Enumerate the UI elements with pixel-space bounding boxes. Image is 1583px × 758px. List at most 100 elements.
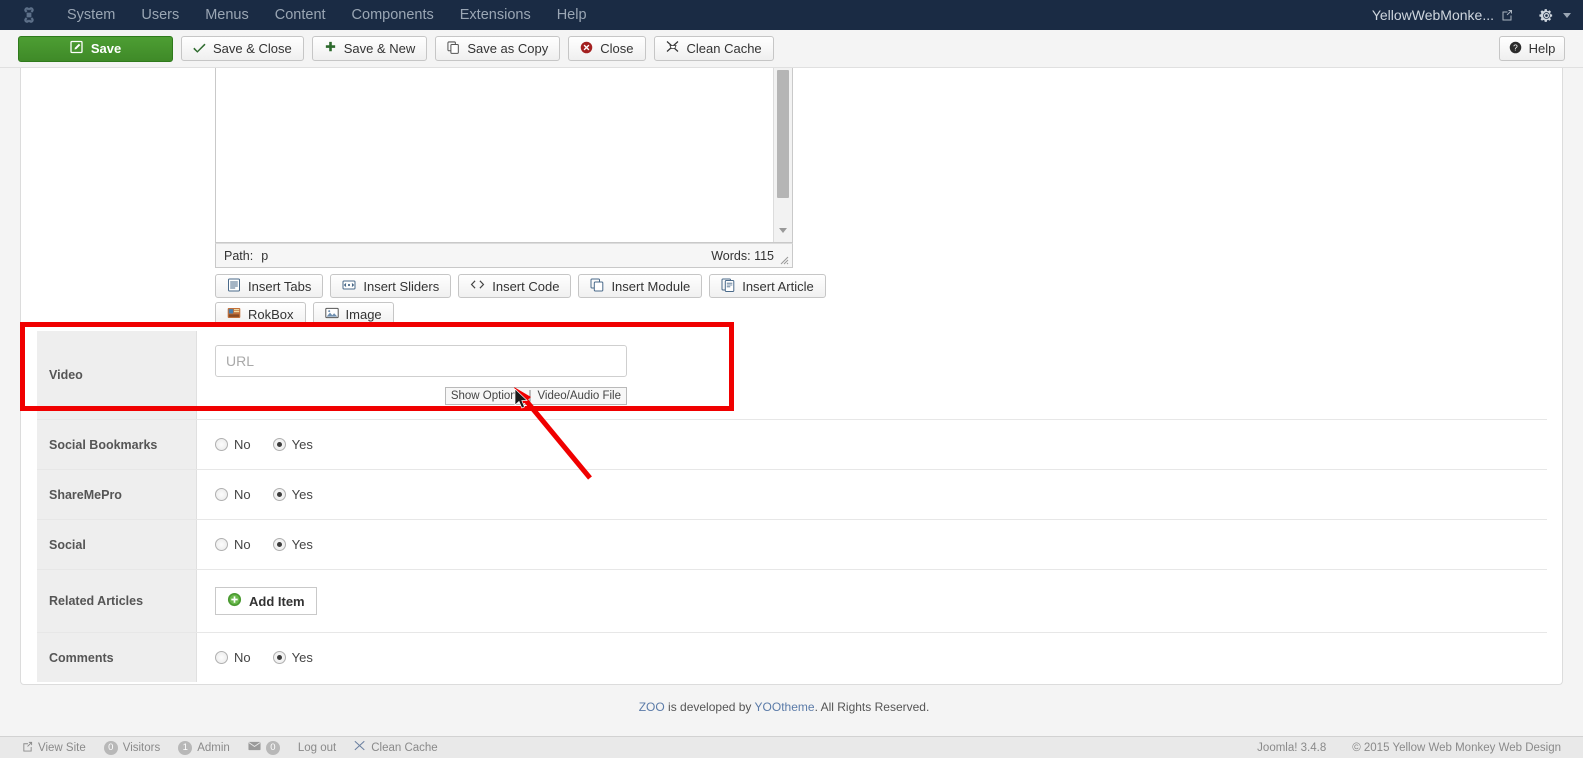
yootheme-link[interactable]: YOOtheme: [755, 700, 815, 714]
save-and-new-label: Save & New: [343, 41, 416, 56]
editor-canvas[interactable]: [216, 68, 774, 242]
status-clean-cache-label: Clean Cache: [371, 741, 438, 754]
comments-radio-no[interactable]: No: [215, 650, 251, 665]
social-bookmarks-radio-yes[interactable]: Yes: [272, 437, 313, 452]
radio-indicator[interactable]: [272, 488, 286, 501]
sharemepro-field: No Yes: [197, 470, 1547, 519]
sharemepro-radio-yes[interactable]: Yes: [272, 487, 313, 502]
video-options-line: Show Options | Video/Audio File: [215, 387, 627, 405]
editor-resize-grip[interactable]: [777, 253, 789, 265]
radio-label: Yes: [291, 487, 313, 502]
social-label: Social: [37, 520, 197, 569]
menu-item-system[interactable]: System: [54, 0, 128, 30]
gear-icon[interactable]: [1539, 8, 1571, 23]
editor-scrollbar-thumb[interactable]: [777, 70, 789, 198]
social-bookmarks-label: Social Bookmarks: [37, 420, 197, 469]
sharemepro-radio-group: No Yes: [215, 487, 313, 502]
radio-indicator[interactable]: [272, 651, 286, 664]
radio-indicator[interactable]: [215, 651, 228, 664]
joomla-version-label: Joomla! 3.4.8: [1257, 741, 1327, 754]
editor-path-value[interactable]: p: [261, 249, 268, 263]
sharemepro-radio-no[interactable]: No: [215, 487, 251, 502]
radio-indicator[interactable]: [215, 488, 228, 501]
save-and-new-button[interactable]: Save & New: [311, 36, 428, 61]
video-url-input[interactable]: [215, 345, 627, 377]
radio-indicator[interactable]: [272, 438, 286, 451]
clean-cache-button[interactable]: Clean Cache: [653, 36, 774, 61]
save-button[interactable]: Save: [18, 35, 173, 62]
social-radio-yes[interactable]: Yes: [272, 537, 313, 552]
visitors-indicator[interactable]: 0 Visitors: [103, 740, 161, 755]
video-options-box: Show Options | Video/Audio File: [444, 387, 627, 405]
form-row-related-articles: Related Articles Add Item: [37, 570, 1547, 633]
menu-item-help[interactable]: Help: [544, 0, 600, 30]
status-bar-right: Joomla! 3.4.8 © 2015 Yellow Web Monkey W…: [1257, 742, 1561, 754]
insert-article-button[interactable]: Insert Article: [709, 274, 826, 298]
chevron-down-icon[interactable]: [779, 228, 787, 233]
zoo-link[interactable]: ZOO: [639, 700, 665, 714]
editor-path-label: Path:: [224, 248, 254, 263]
image-button[interactable]: Image: [312, 302, 394, 326]
admin-count-badge: 1: [178, 740, 193, 755]
insert-code-button[interactable]: Insert Code: [458, 274, 572, 298]
radio-indicator[interactable]: [272, 538, 286, 551]
close-button[interactable]: Close: [568, 36, 646, 61]
comments-label: Comments: [37, 633, 197, 682]
chevron-down-icon[interactable]: [1563, 12, 1571, 18]
form-row-video: Video Show Options | Video/Audio File: [37, 331, 1547, 420]
video-audio-file-link[interactable]: Video/Audio File: [537, 389, 621, 403]
view-site-link[interactable]: View Site: [22, 741, 86, 755]
insert-article-label: Insert Article: [742, 278, 814, 294]
rokbox-button[interactable]: RokBox: [215, 302, 306, 326]
insert-module-button[interactable]: Insert Module: [578, 274, 703, 298]
article-icon: [721, 278, 735, 295]
menu-item-components[interactable]: Components: [339, 0, 447, 30]
site-name-label[interactable]: YellowWebMonke...: [1372, 7, 1494, 23]
save-as-copy-button[interactable]: Save as Copy: [435, 36, 561, 61]
close-circle-icon: [580, 41, 593, 57]
show-options-link[interactable]: Show Options: [451, 389, 523, 403]
external-link-icon: [22, 741, 33, 755]
insert-tabs-label: Insert Tabs: [248, 278, 312, 294]
logout-link[interactable]: Log out: [298, 742, 336, 754]
menu-item-content[interactable]: Content: [262, 0, 339, 30]
rokbox-label: RokBox: [248, 306, 294, 322]
insert-sliders-button[interactable]: Insert Sliders: [330, 274, 452, 298]
save-and-close-button[interactable]: Save & Close: [181, 36, 304, 61]
social-bookmarks-radio-no[interactable]: No: [215, 437, 251, 452]
radio-indicator[interactable]: [215, 438, 228, 451]
insert-sliders-label: Insert Sliders: [363, 278, 440, 294]
insert-buttons-row-primary: Insert Tabs Insert Sliders Insert Code I…: [215, 274, 915, 298]
rich-text-editor[interactable]: [215, 68, 793, 243]
broom-icon: [666, 40, 680, 57]
insert-code-label: Insert Code: [492, 278, 560, 294]
joomla-logo-icon[interactable]: [18, 4, 40, 26]
status-clean-cache-link[interactable]: Clean Cache: [354, 740, 438, 755]
visitors-label: Visitors: [122, 741, 161, 754]
messages-indicator[interactable]: 0: [248, 740, 280, 755]
add-item-label: Add Item: [249, 593, 305, 609]
joomla-status-bar: View Site 0 Visitors 1 Admin 0 Log out C…: [0, 736, 1583, 758]
radio-label: Yes: [291, 650, 313, 665]
help-button[interactable]: ? Help: [1499, 36, 1565, 61]
menu-item-menus[interactable]: Menus: [192, 0, 262, 30]
external-link-icon[interactable]: [1501, 9, 1513, 21]
comments-radio-yes[interactable]: Yes: [272, 650, 313, 665]
menu-item-users[interactable]: Users: [128, 0, 192, 30]
envelope-icon: [248, 741, 261, 754]
form-row-social: Social No Yes: [37, 520, 1547, 570]
editor-scrollbar[interactable]: [773, 68, 792, 242]
admin-bar-right: YellowWebMonke...: [1372, 7, 1571, 23]
sliders-icon: [342, 278, 356, 295]
radio-indicator[interactable]: [215, 538, 228, 551]
insert-tabs-button[interactable]: Insert Tabs: [215, 274, 324, 298]
view-site-label: View Site: [38, 741, 86, 754]
form-row-social-bookmarks: Social Bookmarks No Yes: [37, 420, 1547, 470]
radio-label: No: [234, 650, 251, 665]
menu-item-extensions[interactable]: Extensions: [447, 0, 544, 30]
video-row-label: Video: [37, 331, 197, 419]
admin-indicator[interactable]: 1 Admin: [178, 740, 230, 755]
social-radio-no[interactable]: No: [215, 537, 251, 552]
add-item-button[interactable]: Add Item: [215, 587, 317, 615]
svg-text:?: ?: [1513, 42, 1518, 52]
